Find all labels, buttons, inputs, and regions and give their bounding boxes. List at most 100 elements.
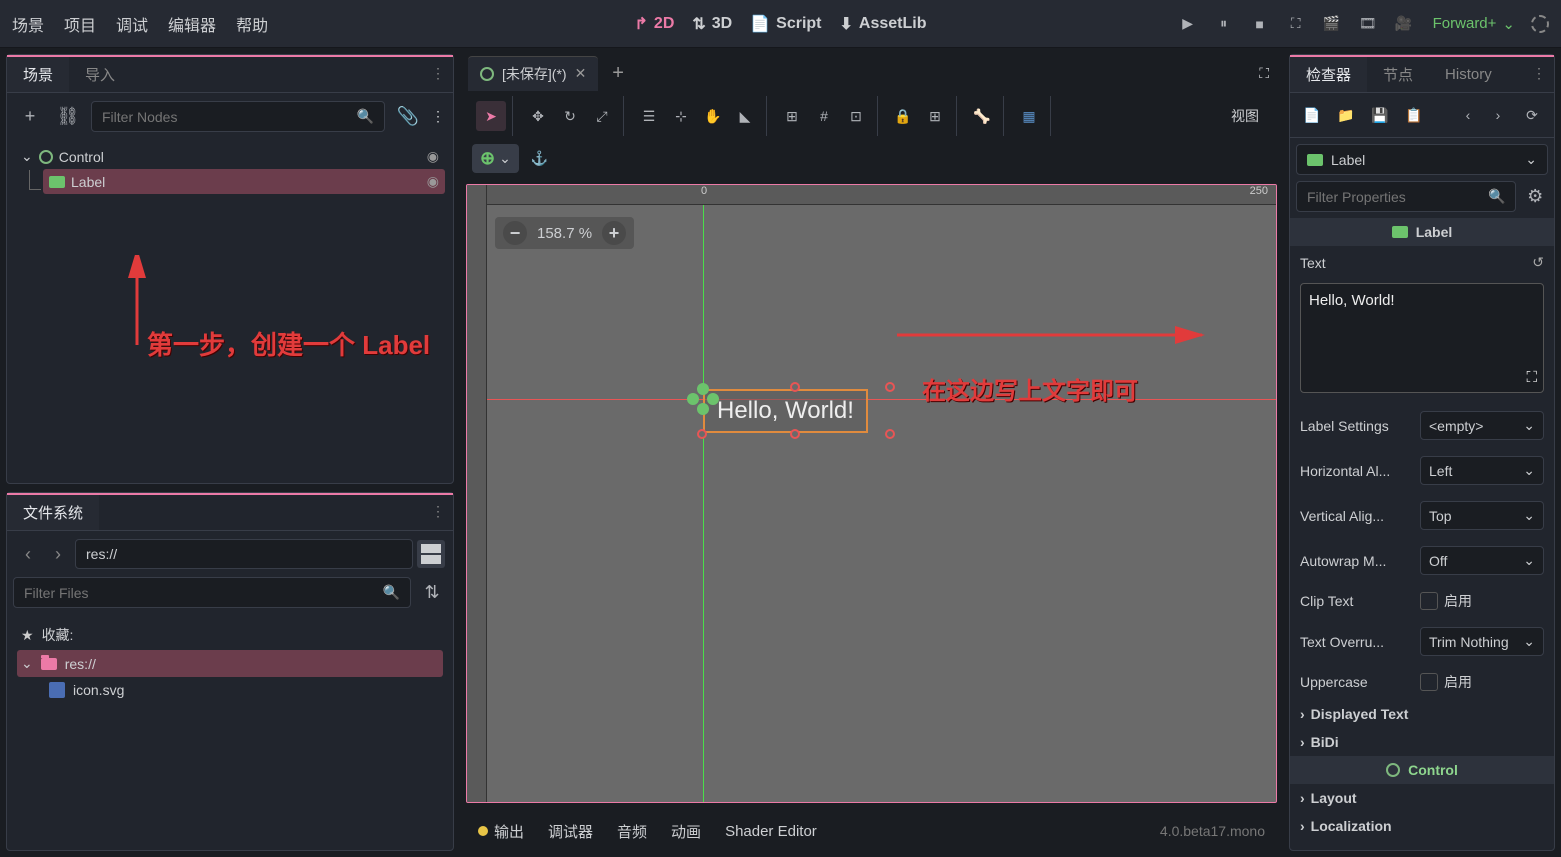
view-menu[interactable]: 视图 — [1217, 106, 1273, 126]
expand-icon[interactable]: ⌄ — [21, 655, 33, 672]
filter-files-field[interactable] — [24, 585, 383, 601]
grid-snap-icon[interactable]: # — [809, 101, 839, 131]
prop-v-align-value[interactable]: Top⌄ — [1420, 501, 1544, 530]
fs-favorites[interactable]: ★收藏: — [17, 620, 443, 650]
scene-file-tab[interactable]: [未保存](*) ✕ — [468, 56, 598, 91]
prop-label-settings-value[interactable]: <empty>⌄ — [1420, 411, 1544, 440]
save-resource-icon[interactable]: 💾 — [1366, 101, 1394, 129]
mode-2d[interactable]: ↱ 2D — [635, 14, 675, 34]
pan-tool-icon[interactable]: ✋ — [698, 101, 728, 131]
add-scene-tab-icon[interactable]: + — [602, 56, 634, 91]
add-control-button[interactable]: ⊕⌄ — [472, 144, 519, 173]
rotate-tool-icon[interactable]: ↻ — [555, 101, 585, 131]
prop-autowrap-value[interactable]: Off⌄ — [1420, 546, 1544, 575]
fold-localization[interactable]: ›Localization — [1290, 812, 1554, 840]
lock-icon[interactable]: 🔒 — [888, 101, 918, 131]
shader-tab[interactable]: Shader Editor — [725, 823, 817, 840]
tree-node-label[interactable]: Label ◉ — [43, 169, 445, 194]
view-toggle-icon[interactable] — [417, 540, 445, 568]
sort-icon[interactable]: ⇅ — [417, 577, 447, 607]
uppercase-checkbox[interactable] — [1420, 673, 1438, 691]
tab-inspector[interactable]: 检查器 — [1290, 57, 1367, 92]
play-scene-icon[interactable]: 🎬 — [1319, 11, 1345, 37]
pivot-icon[interactable]: ⊹ — [666, 101, 696, 131]
tree-node-control[interactable]: ⌄ Control ◉ — [15, 144, 445, 169]
expand-text-icon[interactable]: ⛶ — [1526, 369, 1537, 386]
canvas-label-node[interactable]: Hello, World! — [703, 389, 868, 433]
filter-properties-input[interactable]: 🔍 — [1296, 181, 1516, 212]
anchor-icon[interactable]: ⚓ — [527, 146, 552, 171]
attach-script-icon[interactable]: 📎 — [393, 102, 423, 132]
play-icon[interactable]: ▶ — [1175, 11, 1201, 37]
expand-icon[interactable]: ⌄ — [21, 148, 33, 165]
selection-handle[interactable] — [885, 382, 895, 392]
tab-node[interactable]: 节点 — [1367, 57, 1429, 92]
group-icon[interactable]: ⊞ — [920, 101, 950, 131]
path-input[interactable]: res:// — [75, 539, 413, 569]
panel-menu-icon[interactable]: ⋮ — [423, 57, 453, 92]
fold-bidi[interactable]: ›BiDi — [1290, 728, 1554, 756]
tab-history[interactable]: History — [1429, 57, 1508, 92]
visibility-icon[interactable]: ◉ — [427, 173, 439, 190]
tab-scene[interactable]: 场景 — [7, 57, 69, 92]
tab-import[interactable]: 导入 — [69, 57, 131, 92]
select-tool-icon[interactable]: ➤ — [476, 101, 506, 131]
filter-nodes-field[interactable] — [102, 109, 357, 125]
selection-handle[interactable] — [697, 429, 707, 439]
visibility-icon[interactable]: ◉ — [427, 148, 439, 165]
menu-debug[interactable]: 调试 — [116, 12, 148, 36]
renderer-select[interactable]: Forward+ ⌄ — [1433, 15, 1515, 33]
resource-selector[interactable]: Label ⌄ — [1296, 144, 1548, 175]
menu-editor[interactable]: 编辑器 — [168, 12, 216, 36]
settings-icon[interactable]: ⚙ — [1522, 181, 1548, 211]
move-tool-icon[interactable]: ✥ — [523, 101, 553, 131]
selection-handle[interactable] — [790, 382, 800, 392]
section-label[interactable]: Label — [1290, 218, 1554, 246]
menu-project[interactable]: 项目 — [64, 12, 96, 36]
prop-h-align-value[interactable]: Left⌄ — [1420, 456, 1544, 485]
smart-snap-icon[interactable]: ⊡ — [841, 101, 871, 131]
snap-options-icon[interactable]: ⊞ — [777, 101, 807, 131]
fold-layout[interactable]: ›Layout — [1290, 784, 1554, 812]
history-forward-icon[interactable]: › — [1484, 101, 1512, 129]
output-tab[interactable]: 输出 — [478, 821, 524, 842]
bone-icon[interactable]: 🦴 — [967, 101, 997, 131]
clip-text-checkbox[interactable] — [1420, 592, 1438, 610]
fs-file-icon-svg[interactable]: icon.svg — [45, 677, 443, 703]
movie-icon[interactable]: 🎥 — [1391, 11, 1417, 37]
copy-resource-icon[interactable]: 📋 — [1400, 101, 1428, 129]
animation-tab[interactable]: 动画 — [671, 821, 701, 842]
refresh-icon[interactable]: ⟳ — [1518, 101, 1546, 129]
play-custom-icon[interactable]: 🎞 — [1355, 11, 1381, 37]
scene-menu-icon[interactable]: ⋮ — [431, 108, 445, 125]
history-back-icon[interactable]: ‹ — [1454, 101, 1482, 129]
scale-tool-icon[interactable]: ⤢ — [587, 101, 617, 131]
zoom-in-button[interactable]: + — [602, 221, 626, 245]
filter-properties-field[interactable] — [1307, 189, 1488, 205]
inspector-menu-icon[interactable]: ⋮ — [1524, 57, 1554, 92]
fs-root[interactable]: ⌄res:// — [17, 650, 443, 677]
nav-back-icon[interactable]: ‹ — [15, 541, 41, 567]
audio-tab[interactable]: 音频 — [617, 821, 647, 842]
tab-filesystem[interactable]: 文件系统 — [7, 495, 99, 530]
debugger-tab[interactable]: 调试器 — [548, 821, 593, 842]
selection-handle[interactable] — [790, 429, 800, 439]
mode-3d[interactable]: ⇅ 3D — [692, 14, 732, 34]
nav-forward-icon[interactable]: › — [45, 541, 71, 567]
stop-icon[interactable]: ■ — [1247, 11, 1273, 37]
distraction-free-icon[interactable]: ⛶ — [1253, 59, 1275, 88]
text-property-input[interactable]: Hello, World! ⛶ — [1300, 283, 1544, 393]
prop-text-overrun-value[interactable]: Trim Nothing⌄ — [1420, 627, 1544, 656]
menu-scene[interactable]: 场景 — [12, 12, 44, 36]
menu-help[interactable]: 帮助 — [236, 12, 268, 36]
new-resource-icon[interactable]: 📄 — [1298, 101, 1326, 129]
list-select-icon[interactable]: ☰ — [634, 101, 664, 131]
remote-icon[interactable]: ⛶ — [1283, 11, 1309, 37]
add-node-icon[interactable]: + — [15, 102, 45, 132]
container-icon[interactable]: ▦ — [1014, 101, 1044, 131]
zoom-value[interactable]: 158.7 % — [537, 225, 592, 242]
fs-menu-icon[interactable]: ⋮ — [423, 495, 453, 530]
pause-icon[interactable]: ⏸ — [1211, 11, 1237, 37]
close-tab-icon[interactable]: ✕ — [575, 65, 587, 82]
zoom-out-button[interactable]: − — [503, 221, 527, 245]
